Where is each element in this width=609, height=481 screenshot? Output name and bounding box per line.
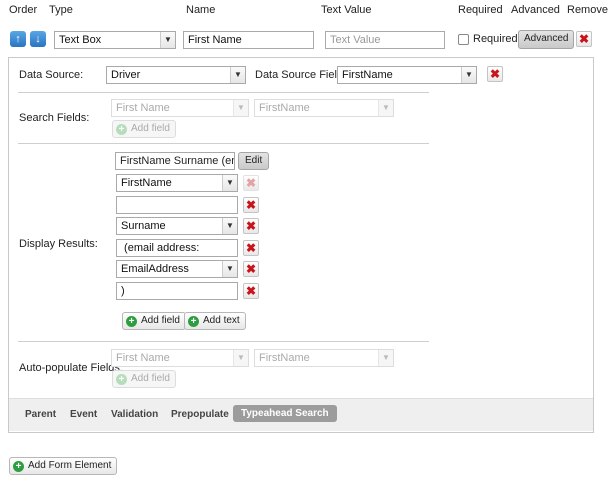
auto-populate-select-2-value: FirstName xyxy=(259,352,310,364)
chevron-down-icon: ▼ xyxy=(233,350,248,366)
text-value-input[interactable]: Text Value xyxy=(325,31,445,49)
auto-populate-select-1-value: First Name xyxy=(116,352,170,364)
header-name: Name xyxy=(186,4,216,16)
move-up-button[interactable]: ↑ xyxy=(10,31,26,47)
tab-typeahead-search[interactable]: Typeahead Search xyxy=(233,405,337,422)
display-result-text-input[interactable] xyxy=(116,196,238,214)
display-add-text-label: Add text xyxy=(203,315,240,326)
tab-validation[interactable]: Validation xyxy=(111,409,158,420)
search-fields-label: Search Fields: xyxy=(19,112,90,124)
add-form-element-label: Add Form Element xyxy=(28,460,112,471)
header-remove: Remove xyxy=(567,4,608,16)
close-icon: ✖ xyxy=(245,262,257,276)
close-icon: ✖ xyxy=(245,284,257,298)
chevron-down-icon: ▼ xyxy=(160,32,175,48)
move-down-button[interactable]: ↓ xyxy=(30,31,46,47)
edit-display-button[interactable]: Edit xyxy=(238,152,270,170)
add-form-element-button[interactable]: + Add Form Element xyxy=(9,457,118,475)
close-icon: ✖ xyxy=(245,241,257,255)
close-icon: ✖ xyxy=(489,67,501,81)
clear-data-source-button[interactable]: ✖ xyxy=(487,66,503,82)
required-label: Required xyxy=(473,33,518,45)
type-select[interactable]: Text Box ▼ xyxy=(54,31,176,49)
tab-event[interactable]: Event xyxy=(70,409,97,420)
auto-populate-add-field-label: Add field xyxy=(131,373,170,384)
required-checkbox[interactable] xyxy=(458,34,469,45)
chevron-down-icon: ▼ xyxy=(233,100,248,116)
display-result-select-value: Surname xyxy=(121,220,166,232)
auto-populate-label: Auto-populate Fields: xyxy=(19,362,123,374)
chevron-down-icon: ▼ xyxy=(378,350,393,366)
search-add-field-button[interactable]: + Add field xyxy=(112,120,176,138)
search-field-select-1[interactable]: First Name ▼ xyxy=(111,99,249,117)
delete-display-result-button[interactable]: ✖ xyxy=(243,197,259,213)
tab-parent[interactable]: Parent xyxy=(25,409,56,420)
data-source-value: Driver xyxy=(111,69,141,81)
divider xyxy=(18,341,429,342)
delete-display-result-button[interactable]: ✖ xyxy=(243,240,259,256)
display-result-text-input[interactable]: (email address: xyxy=(116,239,238,257)
delete-display-result-button[interactable]: ✖ xyxy=(243,218,259,234)
close-icon: ✖ xyxy=(245,176,257,190)
search-field-select-2[interactable]: FirstName ▼ xyxy=(254,99,394,117)
delete-display-result-button[interactable]: ✖ xyxy=(243,283,259,299)
display-result-select[interactable]: EmailAddress ▼ xyxy=(116,260,238,278)
display-result-select[interactable]: Surname ▼ xyxy=(116,217,238,235)
data-source-label: Data Source: xyxy=(19,69,84,81)
search-field-select-1-value: First Name xyxy=(116,102,170,114)
chevron-down-icon: ▼ xyxy=(378,100,393,116)
header-type: Type xyxy=(49,4,73,16)
chevron-down-icon: ▼ xyxy=(222,175,237,191)
divider xyxy=(18,92,429,93)
up-arrow-icon: ↑ xyxy=(15,33,21,45)
search-add-field-label: Add field xyxy=(131,123,170,134)
header-order: Order xyxy=(9,4,38,16)
display-add-field-label: Add field xyxy=(141,315,180,326)
display-results-label: Display Results: xyxy=(19,238,98,250)
search-field-select-2-value: FirstName xyxy=(259,102,310,114)
display-add-text-button[interactable]: + Add text xyxy=(184,312,246,330)
chevron-down-icon: ▼ xyxy=(222,218,237,234)
data-source-field-select[interactable]: FirstName ▼ xyxy=(337,66,477,84)
chevron-down-icon: ▼ xyxy=(461,67,476,83)
display-result-select-value: FirstName xyxy=(121,177,172,189)
auto-populate-add-field-button[interactable]: + Add field xyxy=(112,370,176,388)
plus-icon: + xyxy=(116,374,127,385)
chevron-down-icon: ▼ xyxy=(230,67,245,83)
data-source-field-label: Data Source Field: xyxy=(255,69,347,81)
data-source-field-value: FirstName xyxy=(342,69,393,81)
type-select-value: Text Box xyxy=(59,34,102,46)
chevron-down-icon: ▼ xyxy=(222,261,237,277)
plus-icon: + xyxy=(116,124,127,135)
divider xyxy=(18,143,429,144)
advanced-button[interactable]: Advanced xyxy=(518,30,575,49)
remove-element-button[interactable]: ✖ xyxy=(576,31,592,47)
data-source-select[interactable]: Driver ▼ xyxy=(106,66,246,84)
display-result-text-input[interactable]: ) xyxy=(116,282,238,300)
display-add-field-button[interactable]: + Add field xyxy=(122,312,186,330)
plus-icon: + xyxy=(188,316,199,327)
close-icon: ✖ xyxy=(578,32,590,46)
display-preview-input[interactable]: FirstName Surname (email xyxy=(115,152,235,170)
header-advanced: Advanced xyxy=(511,4,560,16)
auto-populate-select-1[interactable]: First Name ▼ xyxy=(111,349,249,367)
header-required: Required xyxy=(458,4,503,16)
header-text-value: Text Value xyxy=(321,4,372,16)
tab-prepopulate[interactable]: Prepopulate xyxy=(171,409,229,420)
close-icon: ✖ xyxy=(245,198,257,212)
auto-populate-select-2[interactable]: FirstName ▼ xyxy=(254,349,394,367)
plus-icon: + xyxy=(126,316,137,327)
plus-icon: + xyxy=(13,461,24,472)
close-icon: ✖ xyxy=(245,219,257,233)
delete-display-result-button[interactable]: ✖ xyxy=(243,261,259,277)
display-result-select-value: EmailAddress xyxy=(121,263,189,275)
delete-display-result-button[interactable]: ✖ xyxy=(243,175,259,191)
down-arrow-icon: ↓ xyxy=(35,33,41,45)
name-input[interactable]: First Name xyxy=(183,31,314,49)
display-result-select[interactable]: FirstName ▼ xyxy=(116,174,238,192)
